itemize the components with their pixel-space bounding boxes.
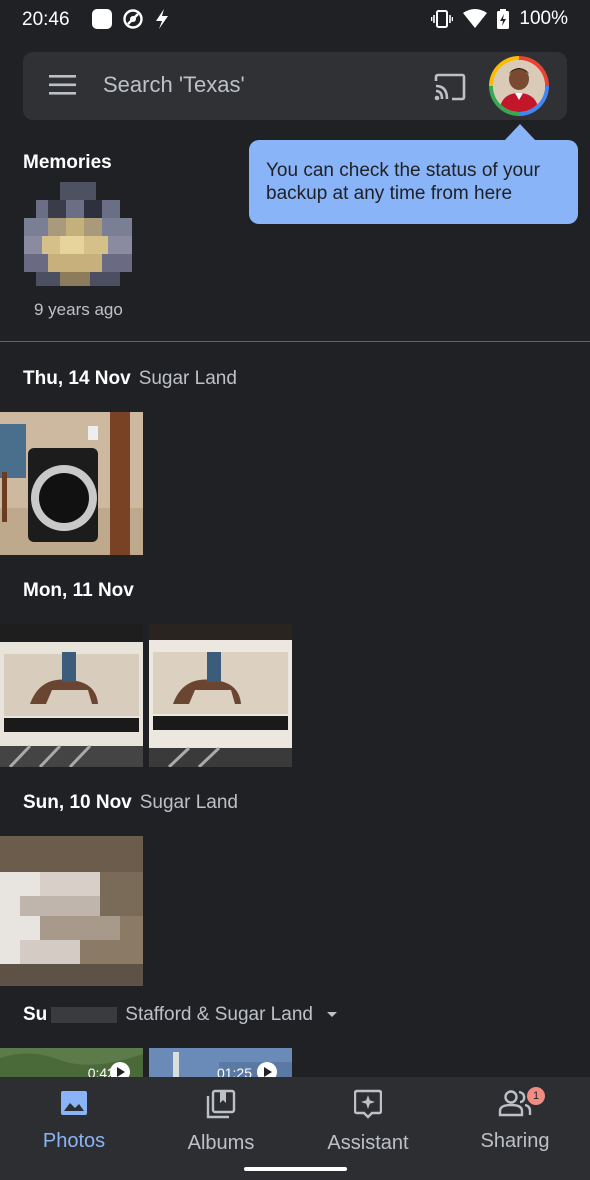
photo-thumbnail[interactable] — [149, 624, 292, 767]
vibrate-icon — [431, 10, 454, 28]
wifi-icon — [463, 9, 488, 28]
date-label: Su — [23, 1004, 48, 1025]
nav-label: Sharing — [480, 1130, 550, 1152]
nav-albums[interactable]: Albums — [147, 1089, 295, 1155]
memory-caption: 9 years ago — [34, 300, 123, 319]
bottom-navigation: Photos Albums Assistant 1 Sharing — [0, 1077, 590, 1180]
play-icon — [110, 1062, 130, 1078]
menu-icon[interactable] — [49, 74, 77, 96]
status-time: 20:46 — [22, 9, 70, 30]
notification-badge: 1 — [527, 1087, 545, 1105]
nav-label: Assistant — [327, 1132, 409, 1154]
photo-thumbnail[interactable] — [0, 836, 143, 986]
play-icon — [257, 1062, 277, 1078]
memory-thumbnail — [24, 170, 132, 286]
date-header: Mon, 11 Nov — [23, 580, 134, 602]
date-label: Sun, 10 Nov — [23, 792, 132, 813]
photo-thumbnail[interactable] — [0, 412, 143, 555]
nav-label: Photos — [42, 1130, 106, 1152]
status-icons-left — [92, 8, 170, 30]
home-indicator[interactable] — [244, 1167, 347, 1171]
nav-label: Albums — [187, 1132, 255, 1154]
notification-icon — [92, 9, 112, 29]
video-thumbnail[interactable]: 0:42 — [0, 1048, 143, 1078]
location-label[interactable]: Sugar Land — [139, 368, 237, 389]
cast-icon[interactable] — [433, 72, 467, 102]
nav-photos[interactable]: Photos — [0, 1089, 148, 1153]
video-thumbnail[interactable]: 01:25 — [149, 1048, 292, 1078]
dropdown-arrow-icon[interactable] — [326, 1011, 338, 1019]
photo-icon — [61, 1091, 87, 1115]
date-header: Su Stafford & Sugar Land — [23, 1004, 338, 1026]
status-icons-right: 100% — [431, 8, 568, 30]
albums-icon — [206, 1089, 236, 1119]
date-header: Sun, 10 Nov Sugar Land — [23, 792, 238, 814]
date-label: Thu, 14 Nov — [23, 368, 131, 389]
tooltip-arrow — [504, 124, 536, 141]
search-input[interactable]: Search 'Texas' — [103, 72, 245, 98]
battery-percentage: 100% — [519, 8, 568, 29]
location-label[interactable]: Sugar Land — [140, 792, 238, 813]
battery-icon — [497, 9, 510, 29]
avatar-photo — [493, 60, 545, 112]
date-header: Thu, 14 Nov Sugar Land — [23, 368, 237, 390]
date-label: Mon, 11 Nov — [23, 580, 134, 601]
search-bar[interactable]: Search 'Texas' — [23, 52, 567, 120]
divider — [0, 341, 590, 342]
location-label[interactable]: Stafford & Sugar Land — [125, 1004, 313, 1025]
account-avatar[interactable] — [489, 56, 549, 116]
photo-thumbnail[interactable] — [0, 624, 143, 767]
data-saver-icon — [123, 9, 143, 29]
backup-tooltip[interactable]: You can check the status of your backup … — [249, 140, 578, 224]
nav-assistant[interactable]: Assistant — [294, 1089, 442, 1155]
nav-sharing[interactable]: 1 Sharing — [441, 1087, 589, 1153]
assistant-icon — [353, 1089, 383, 1119]
date-obscured — [51, 1006, 118, 1023]
memory-card[interactable] — [24, 170, 132, 286]
flash-icon — [156, 9, 168, 29]
